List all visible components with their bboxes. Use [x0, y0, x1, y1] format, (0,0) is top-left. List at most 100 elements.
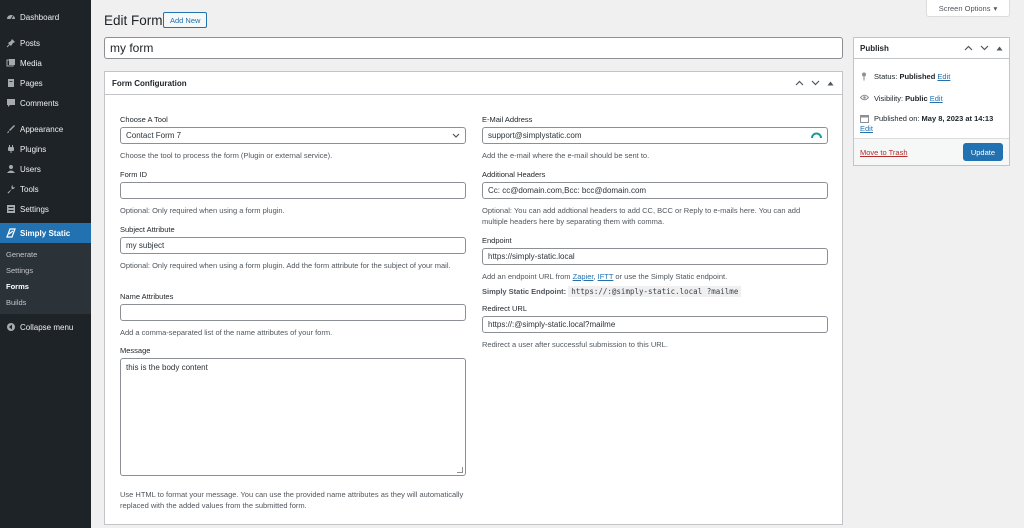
- field-description: Add a comma-separated list of the name a…: [120, 328, 333, 337]
- collapse-menu-button[interactable]: Collapse menu: [0, 317, 91, 337]
- sidebar-item-appearance[interactable]: Appearance: [0, 119, 91, 139]
- toggle-panel-icon[interactable]: [996, 44, 1003, 53]
- add-new-button[interactable]: Add New: [163, 12, 208, 28]
- published-label: Published on:: [874, 114, 920, 123]
- sidebar-item-label: Dashboard: [20, 12, 60, 22]
- simply-static-endpoint: Simply Static Endpoint: https://:@simply…: [482, 286, 828, 297]
- dashboard-icon: [5, 12, 16, 23]
- sidebar-item-pages[interactable]: Pages: [0, 73, 91, 93]
- toggle-panel-icon[interactable]: [827, 79, 834, 88]
- edit-visibility-link[interactable]: Edit: [930, 94, 943, 104]
- status-value: Published: [899, 72, 936, 81]
- tool-select[interactable]: Contact Form 7: [120, 127, 466, 144]
- sidebar-item-label: Media: [20, 58, 42, 68]
- move-to-trash-link[interactable]: Move to Trash: [860, 148, 908, 157]
- name-attributes-input[interactable]: [120, 304, 466, 321]
- sidebar-item-label: Posts: [20, 38, 41, 48]
- pin-icon: [5, 38, 16, 49]
- email-field: E-Mail Address support@simplystatic.com …: [482, 115, 828, 161]
- field-label: Redirect URL: [482, 304, 528, 313]
- sidebar-item-users[interactable]: Users: [0, 159, 91, 179]
- submenu-forms[interactable]: Forms: [0, 278, 91, 294]
- endpoint-code: https://:@simply-static.local ?mailme: [568, 286, 742, 297]
- tool-field: Choose A Tool Contact Form 7 Choose the …: [120, 115, 466, 161]
- publish-actions: Move to Trash Update: [854, 138, 1009, 165]
- published-value: May 8, 2023 at 14:13: [921, 114, 994, 123]
- sidebar-item-settings[interactable]: Settings: [0, 199, 91, 219]
- user-icon: [5, 164, 16, 175]
- simply-static-logo-icon: [5, 228, 16, 239]
- subject-field: Subject Attribute my subject Optional: O…: [120, 225, 466, 271]
- subject-input[interactable]: my subject: [120, 237, 466, 254]
- field-description: Optional: You can add addtional headers …: [482, 206, 801, 226]
- sidebar-item-label: Simply Static: [20, 228, 71, 238]
- endpoint-label: Simply Static Endpoint:: [482, 287, 567, 296]
- status-label: Status:: [874, 72, 898, 81]
- edit-status-link[interactable]: Edit: [937, 72, 950, 82]
- collapse-icon: [5, 322, 16, 333]
- published-row: Published on: May 8, 2023 at 14:13 Edit: [854, 114, 1009, 134]
- form-title-input[interactable]: [104, 37, 843, 59]
- sidebar-item-label: Users: [20, 164, 41, 174]
- redirect-url-input[interactable]: https://:@simply-static.local?mailme: [482, 316, 828, 333]
- move-down-icon[interactable]: [980, 44, 989, 53]
- pin-icon: [860, 72, 869, 84]
- name-attributes-field: Name Attributes Add a comma-separated li…: [120, 292, 466, 338]
- field-description: Choose the tool to process the form (Plu…: [120, 151, 333, 160]
- field-label: Subject Attribute: [120, 225, 175, 234]
- form-configuration-box: Form Configuration Choose A Tool Contact…: [104, 71, 843, 525]
- move-up-icon[interactable]: [964, 44, 973, 53]
- sidebar-item-comments[interactable]: Comments: [0, 93, 91, 113]
- sidebar-item-media[interactable]: Media: [0, 53, 91, 73]
- zapier-link[interactable]: Zapier: [573, 272, 594, 281]
- message-field: Message this is the body content Use HTM…: [120, 346, 466, 511]
- field-label: Choose A Tool: [120, 115, 168, 124]
- sidebar-item-plugins[interactable]: Plugins: [0, 139, 91, 159]
- submenu-generate[interactable]: Generate: [0, 246, 91, 262]
- field-description: Optional: Only required when using a for…: [120, 206, 285, 215]
- submenu-builds[interactable]: Builds: [0, 294, 91, 310]
- form-id-field: Form ID Optional: Only required when usi…: [120, 170, 466, 216]
- status-row: Status: Published Edit: [854, 72, 1009, 84]
- endpoint-input[interactable]: https://simply-static.local: [482, 248, 828, 265]
- message-textarea[interactable]: this is the body content: [120, 358, 466, 476]
- simply-static-submenu: Generate Settings Forms Builds: [0, 243, 91, 314]
- resize-handle-icon[interactable]: [457, 467, 463, 473]
- sidebar-item-posts[interactable]: Posts: [0, 33, 91, 53]
- sidebar-item-simply-static[interactable]: Simply Static: [0, 223, 91, 243]
- field-description: Use HTML to format your message. You can…: [120, 490, 464, 510]
- desc-text: or use the Simply Static endpoint.: [613, 272, 728, 281]
- field-label: Name Attributes: [120, 292, 174, 301]
- sidebar-item-dashboard[interactable]: Dashboard: [0, 7, 91, 27]
- page-title: Edit Form: [104, 13, 163, 28]
- update-button[interactable]: Update: [962, 143, 1003, 161]
- field-description: Add an endpoint URL from Zapier, IFTT or…: [482, 271, 828, 282]
- brush-icon: [5, 124, 16, 135]
- screen-options-button[interactable]: Screen Options ▾: [926, 0, 1010, 17]
- endpoint-field: Endpoint https://simply-static.local Add…: [482, 236, 828, 297]
- visibility-row: Visibility: Public Edit: [854, 94, 1009, 104]
- form-configuration-header: Form Configuration: [105, 72, 842, 95]
- visibility-label: Visibility:: [874, 94, 904, 103]
- submenu-settings[interactable]: Settings: [0, 262, 91, 278]
- collapse-label: Collapse menu: [20, 322, 74, 332]
- message-text: this is the body content: [126, 363, 208, 372]
- additional-headers-input[interactable]: Cc: cc@domain.com,Bcc: bcc@domain.com: [482, 182, 828, 199]
- password-manager-icon[interactable]: [811, 131, 822, 141]
- email-input[interactable]: support@simplystatic.com: [482, 127, 828, 144]
- move-up-icon[interactable]: [795, 79, 804, 88]
- sidebar-item-label: Appearance: [20, 124, 64, 134]
- field-label: Form ID: [120, 170, 148, 179]
- visibility-value: Public: [905, 94, 928, 103]
- iftt-link[interactable]: IFTT: [598, 272, 614, 281]
- media-icon: [5, 58, 16, 69]
- form-id-input[interactable]: [120, 182, 466, 199]
- chevron-down-icon: [452, 131, 460, 140]
- publish-box: Publish Status: Published Edit Visibilit…: [853, 37, 1010, 166]
- edit-date-link[interactable]: Edit: [860, 124, 873, 133]
- move-down-icon[interactable]: [811, 79, 820, 88]
- sidebar-item-tools[interactable]: Tools: [0, 179, 91, 199]
- plugin-icon: [5, 144, 16, 155]
- selected-value: Contact Form 7: [126, 131, 182, 140]
- field-label: E-Mail Address: [482, 115, 533, 124]
